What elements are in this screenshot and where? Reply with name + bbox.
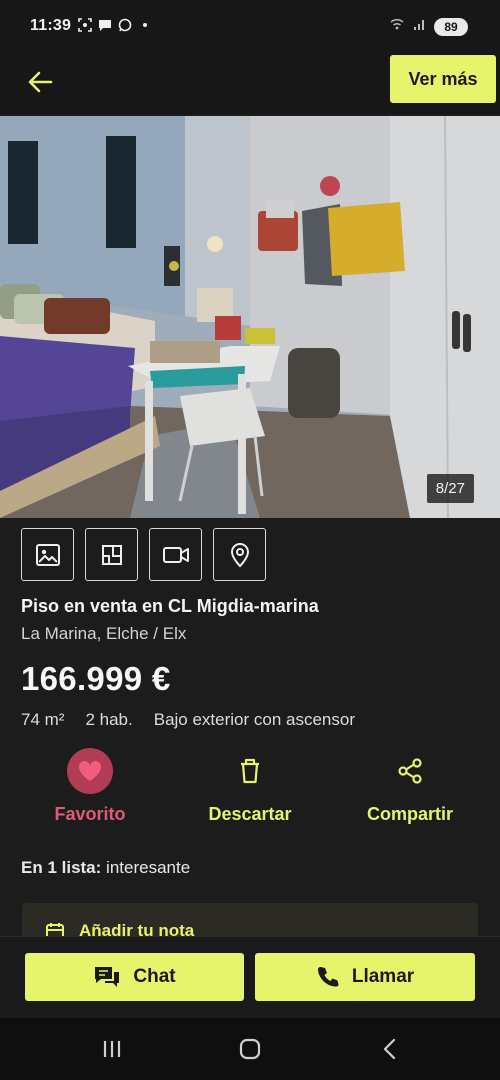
plan-tab[interactable] bbox=[85, 528, 138, 581]
recent-apps-icon bbox=[103, 1041, 121, 1057]
back-button[interactable] bbox=[20, 62, 60, 102]
map-tab[interactable] bbox=[213, 528, 266, 581]
nav-back-button[interactable] bbox=[374, 1033, 406, 1065]
listing-title: Piso en venta en CL Migdia-marina bbox=[21, 596, 319, 616]
feature-rooms: 2 hab. bbox=[85, 710, 133, 729]
dot-icon bbox=[138, 18, 152, 32]
battery-icon: 89 bbox=[434, 17, 468, 36]
favorite-label: Favorito bbox=[54, 804, 126, 824]
listing-actions: Favorito Descartar Compartir bbox=[0, 748, 500, 832]
status-notification-icons bbox=[78, 18, 152, 32]
discard-label: Descartar bbox=[208, 804, 292, 824]
home-button[interactable] bbox=[234, 1033, 266, 1065]
call-button[interactable]: Llamar bbox=[255, 953, 475, 1001]
android-nav-bar bbox=[0, 1018, 500, 1080]
status-bar: 11:39 89 bbox=[0, 0, 500, 52]
list-value: interesante bbox=[106, 858, 191, 877]
listing-price: 166.999 € bbox=[21, 660, 171, 697]
scan-icon bbox=[78, 18, 92, 32]
feature-floor: Bajo exterior con ascensor bbox=[153, 710, 356, 729]
listing-location[interactable]: La Marina, Elche / Elx bbox=[21, 624, 186, 644]
discard-button[interactable]: Descartar bbox=[200, 748, 300, 825]
status-time: 11:39 bbox=[30, 17, 72, 34]
share-icon bbox=[398, 758, 422, 784]
ver-mas-button[interactable]: Ver más bbox=[390, 55, 496, 103]
location-pin-icon bbox=[230, 542, 249, 567]
media-tabs bbox=[21, 528, 266, 581]
favorite-button[interactable]: Favorito bbox=[50, 748, 130, 825]
home-icon bbox=[239, 1038, 261, 1060]
chat-button[interactable]: Chat bbox=[25, 953, 244, 1001]
image-icon bbox=[35, 543, 60, 566]
recent-apps-button[interactable] bbox=[96, 1033, 128, 1065]
photo-counter: 8/27 bbox=[426, 474, 474, 503]
chat-bubble-icon bbox=[98, 18, 112, 32]
call-label: Llamar bbox=[351, 966, 415, 987]
back-arrow-icon bbox=[28, 71, 53, 93]
listing-photo[interactable]: 8/27 bbox=[0, 116, 500, 518]
trash-icon bbox=[241, 758, 259, 784]
share-label: Compartir bbox=[366, 804, 453, 824]
signal-icon bbox=[412, 17, 426, 36]
photos-tab[interactable] bbox=[21, 528, 74, 581]
chat-label: Chat bbox=[133, 966, 176, 987]
list-membership[interactable]: En 1 lista: interesante bbox=[21, 858, 190, 878]
feature-area: 74 m² bbox=[21, 710, 65, 729]
favorite-circle bbox=[67, 748, 113, 794]
contact-bar: Chat Llamar bbox=[0, 936, 500, 1018]
heart-icon bbox=[78, 760, 102, 781]
wifi-icon bbox=[390, 17, 404, 36]
bedroom-photo-image bbox=[0, 116, 500, 518]
chat-icon bbox=[95, 967, 120, 987]
listing-features: 74 m² 2 hab. Bajo exterior con ascensor bbox=[21, 710, 376, 730]
list-prefix: En 1 lista: bbox=[21, 858, 102, 877]
phone-icon bbox=[317, 967, 339, 987]
video-tab[interactable] bbox=[149, 528, 202, 581]
plan-icon bbox=[101, 544, 122, 565]
share-button[interactable]: Compartir bbox=[355, 748, 465, 825]
video-icon bbox=[162, 546, 189, 563]
whatsapp-icon bbox=[118, 18, 132, 32]
status-system-icons: 89 bbox=[390, 17, 468, 36]
back-icon bbox=[383, 1038, 396, 1060]
top-bar: Ver más bbox=[0, 52, 500, 114]
